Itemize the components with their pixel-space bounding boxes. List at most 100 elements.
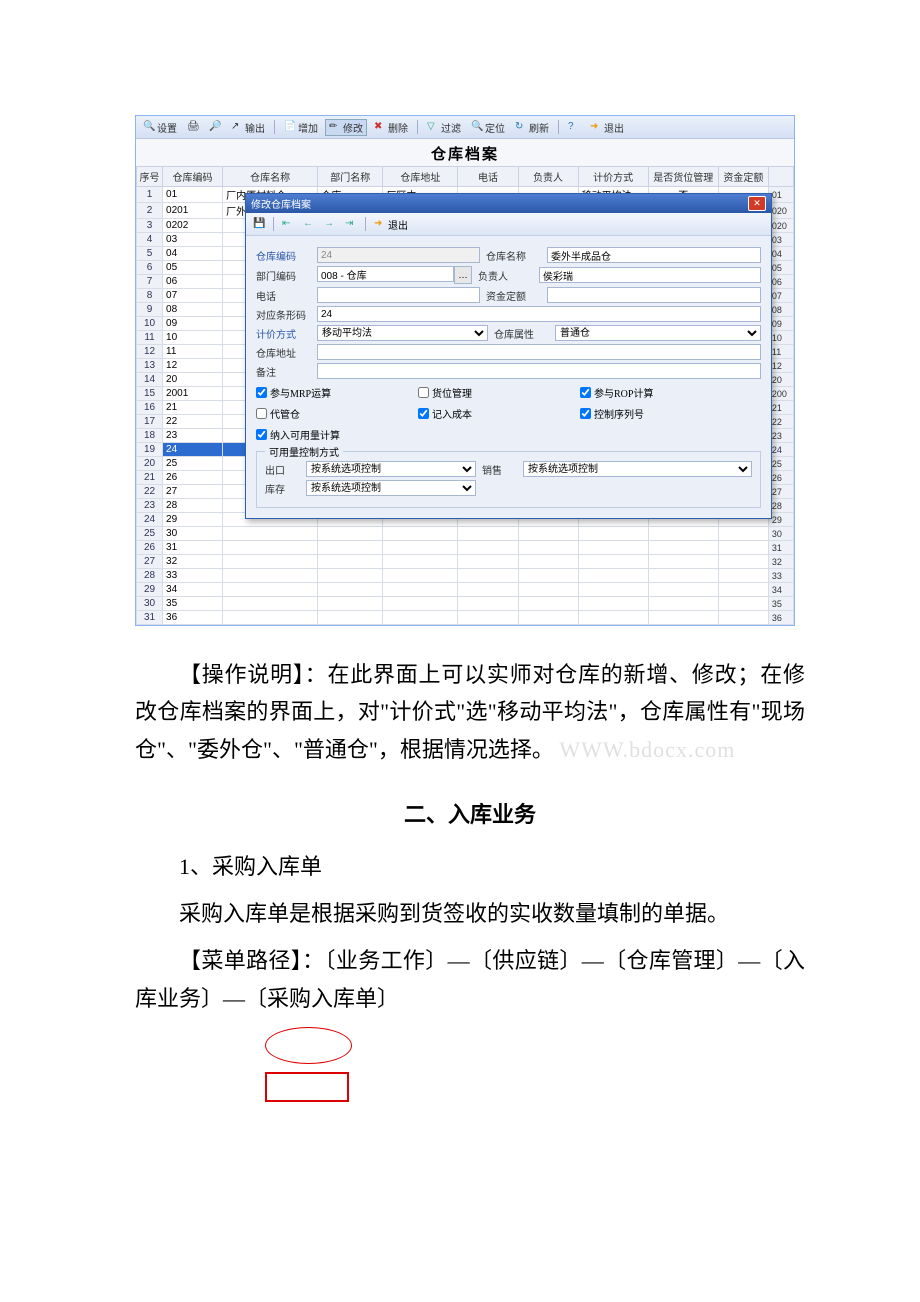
label-quota: 资金定额 <box>486 288 541 303</box>
input-remark[interactable] <box>317 363 761 379</box>
doc-paragraph-1: 【操作说明】：在此界面上可以实师对仓库的新增、修改；在修改仓库档案的界面上，对"… <box>135 656 805 768</box>
dialog-prev-button[interactable]: ← <box>300 218 318 230</box>
add-label: 增加 <box>298 120 318 135</box>
checkbox-serial[interactable]: 控制序列号 <box>580 406 730 421</box>
lookup-dept-button[interactable]: … <box>454 266 472 284</box>
table-row[interactable]: 273232 <box>137 555 794 569</box>
input-person[interactable] <box>539 267 761 283</box>
checkbox-custody-input[interactable] <box>256 408 267 419</box>
col-code[interactable]: 仓库编码 <box>163 167 223 187</box>
cell-person <box>518 597 578 611</box>
col-phone[interactable]: 电话 <box>458 167 518 187</box>
locate-button[interactable]: 🔍定位 <box>468 120 508 135</box>
input-quota[interactable] <box>547 287 761 303</box>
cell-quota <box>718 527 768 541</box>
table-row[interactable]: 313636 <box>137 611 794 625</box>
checkbox-serial-input[interactable] <box>580 408 591 419</box>
cell-code: 09 <box>163 317 223 331</box>
checkbox-rop[interactable]: 参与ROP计算 <box>580 385 730 400</box>
table-row[interactable]: 253030 <box>137 527 794 541</box>
input-dept-code[interactable] <box>317 266 454 282</box>
close-button[interactable]: ✕ <box>748 196 766 211</box>
help-icon: ? <box>568 121 580 133</box>
col-bin[interactable]: 是否货位管理 <box>648 167 718 187</box>
select-sale[interactable]: 按系统选项控制 <box>523 461 752 477</box>
add-button[interactable]: 📄增加 <box>281 120 321 135</box>
select-stock[interactable]: 按系统选项控制 <box>306 480 476 496</box>
dialog-titlebar[interactable]: 修改仓库档案 ✕ <box>246 194 771 213</box>
table-row[interactable]: 263131 <box>137 541 794 555</box>
edit-button[interactable]: ✏修改 <box>325 119 367 136</box>
col-method[interactable]: 计价方式 <box>578 167 648 187</box>
edit-icon: ✏ <box>329 121 341 133</box>
filter-button[interactable]: ▽过滤 <box>424 120 464 135</box>
settings-button[interactable]: 🔍设置 <box>140 120 180 135</box>
cell-bin <box>648 597 718 611</box>
cell-tail: 200 <box>768 387 793 401</box>
col-quota[interactable]: 资金定额 <box>718 167 768 187</box>
cell-quota <box>718 569 768 583</box>
dialog-save-button[interactable]: 💾 <box>250 218 268 230</box>
col-person[interactable]: 负责人 <box>518 167 578 187</box>
input-phone[interactable] <box>317 287 480 303</box>
cell-code: 12 <box>163 359 223 373</box>
dialog-last-button[interactable]: ⇥ <box>342 218 360 230</box>
checkbox-avail[interactable]: 纳入可用量计算 <box>256 427 406 442</box>
cell-name <box>223 583 318 597</box>
table-row[interactable]: 293434 <box>137 583 794 597</box>
dialog-exit-button[interactable]: ➜退出 <box>371 217 411 232</box>
label-barcode: 对应条形码 <box>256 307 311 322</box>
input-name[interactable] <box>547 247 761 263</box>
table-row[interactable]: 303535 <box>137 597 794 611</box>
checkbox-bin-label: 货位管理 <box>432 385 472 400</box>
input-addr[interactable] <box>317 344 761 360</box>
exit-button[interactable]: ➜退出 <box>587 120 627 135</box>
table-row[interactable]: 283333 <box>137 569 794 583</box>
cell-bin <box>648 583 718 597</box>
refresh-button[interactable]: ↻刷新 <box>512 120 552 135</box>
cell-seq: 8 <box>137 289 163 303</box>
dialog-next-button[interactable]: → <box>321 218 339 230</box>
checkbox-bin[interactable]: 货位管理 <box>418 385 568 400</box>
checkbox-bin-input[interactable] <box>418 387 429 398</box>
red-ellipse-annotation <box>265 1027 352 1064</box>
cell-code: 36 <box>163 611 223 625</box>
col-seq[interactable]: 序号 <box>137 167 163 187</box>
cell-tail: 03 <box>768 233 793 247</box>
checkbox-mrp-input[interactable] <box>256 387 267 398</box>
label-dept-code: 部门编码 <box>256 268 311 283</box>
cell-tail: 21 <box>768 401 793 415</box>
settings-icon: 🔍 <box>143 121 155 133</box>
select-method[interactable]: 移动平均法 <box>317 325 488 341</box>
cell-seq: 3 <box>137 219 163 233</box>
checkbox-avail-input[interactable] <box>256 429 267 440</box>
cell-tail: 020 <box>768 219 793 233</box>
delete-button[interactable]: ✖删除 <box>371 120 411 135</box>
col-addr[interactable]: 仓库地址 <box>383 167 458 187</box>
select-attr[interactable]: 普通仓 <box>555 325 761 341</box>
label-person: 负责人 <box>478 268 533 283</box>
save-icon: 💾 <box>253 218 265 230</box>
cell-dept <box>318 541 383 555</box>
help-button[interactable]: ? <box>565 121 583 133</box>
cell-quota <box>718 611 768 625</box>
col-dept[interactable]: 部门名称 <box>318 167 383 187</box>
checkbox-cost[interactable]: 记入成本 <box>418 406 568 421</box>
refresh-label: 刷新 <box>529 120 549 135</box>
input-barcode[interactable] <box>317 306 761 322</box>
export-button[interactable]: ↗输出 <box>228 120 268 135</box>
cell-seq: 6 <box>137 261 163 275</box>
preview-button[interactable]: 🔎 <box>206 121 224 133</box>
col-name[interactable]: 仓库名称 <box>223 167 318 187</box>
checkbox-cost-input[interactable] <box>418 408 429 419</box>
checkbox-custody[interactable]: 代管仓 <box>256 406 406 421</box>
cell-addr <box>383 527 458 541</box>
cell-seq: 11 <box>137 331 163 345</box>
checkbox-mrp[interactable]: 参与MRP运算 <box>256 385 406 400</box>
checkbox-rop-input[interactable] <box>580 387 591 398</box>
dialog-first-button[interactable]: ⇤ <box>279 218 297 230</box>
input-code[interactable] <box>317 247 480 263</box>
select-exit-ctrl[interactable]: 按系统选项控制 <box>306 461 476 477</box>
edit-warehouse-dialog: 修改仓库档案 ✕ 💾 ⇤ ← → ⇥ ➜退出 仓库编码 仓库名称 部门编码 <box>245 193 772 519</box>
print-button[interactable]: 🖨 <box>184 121 202 133</box>
